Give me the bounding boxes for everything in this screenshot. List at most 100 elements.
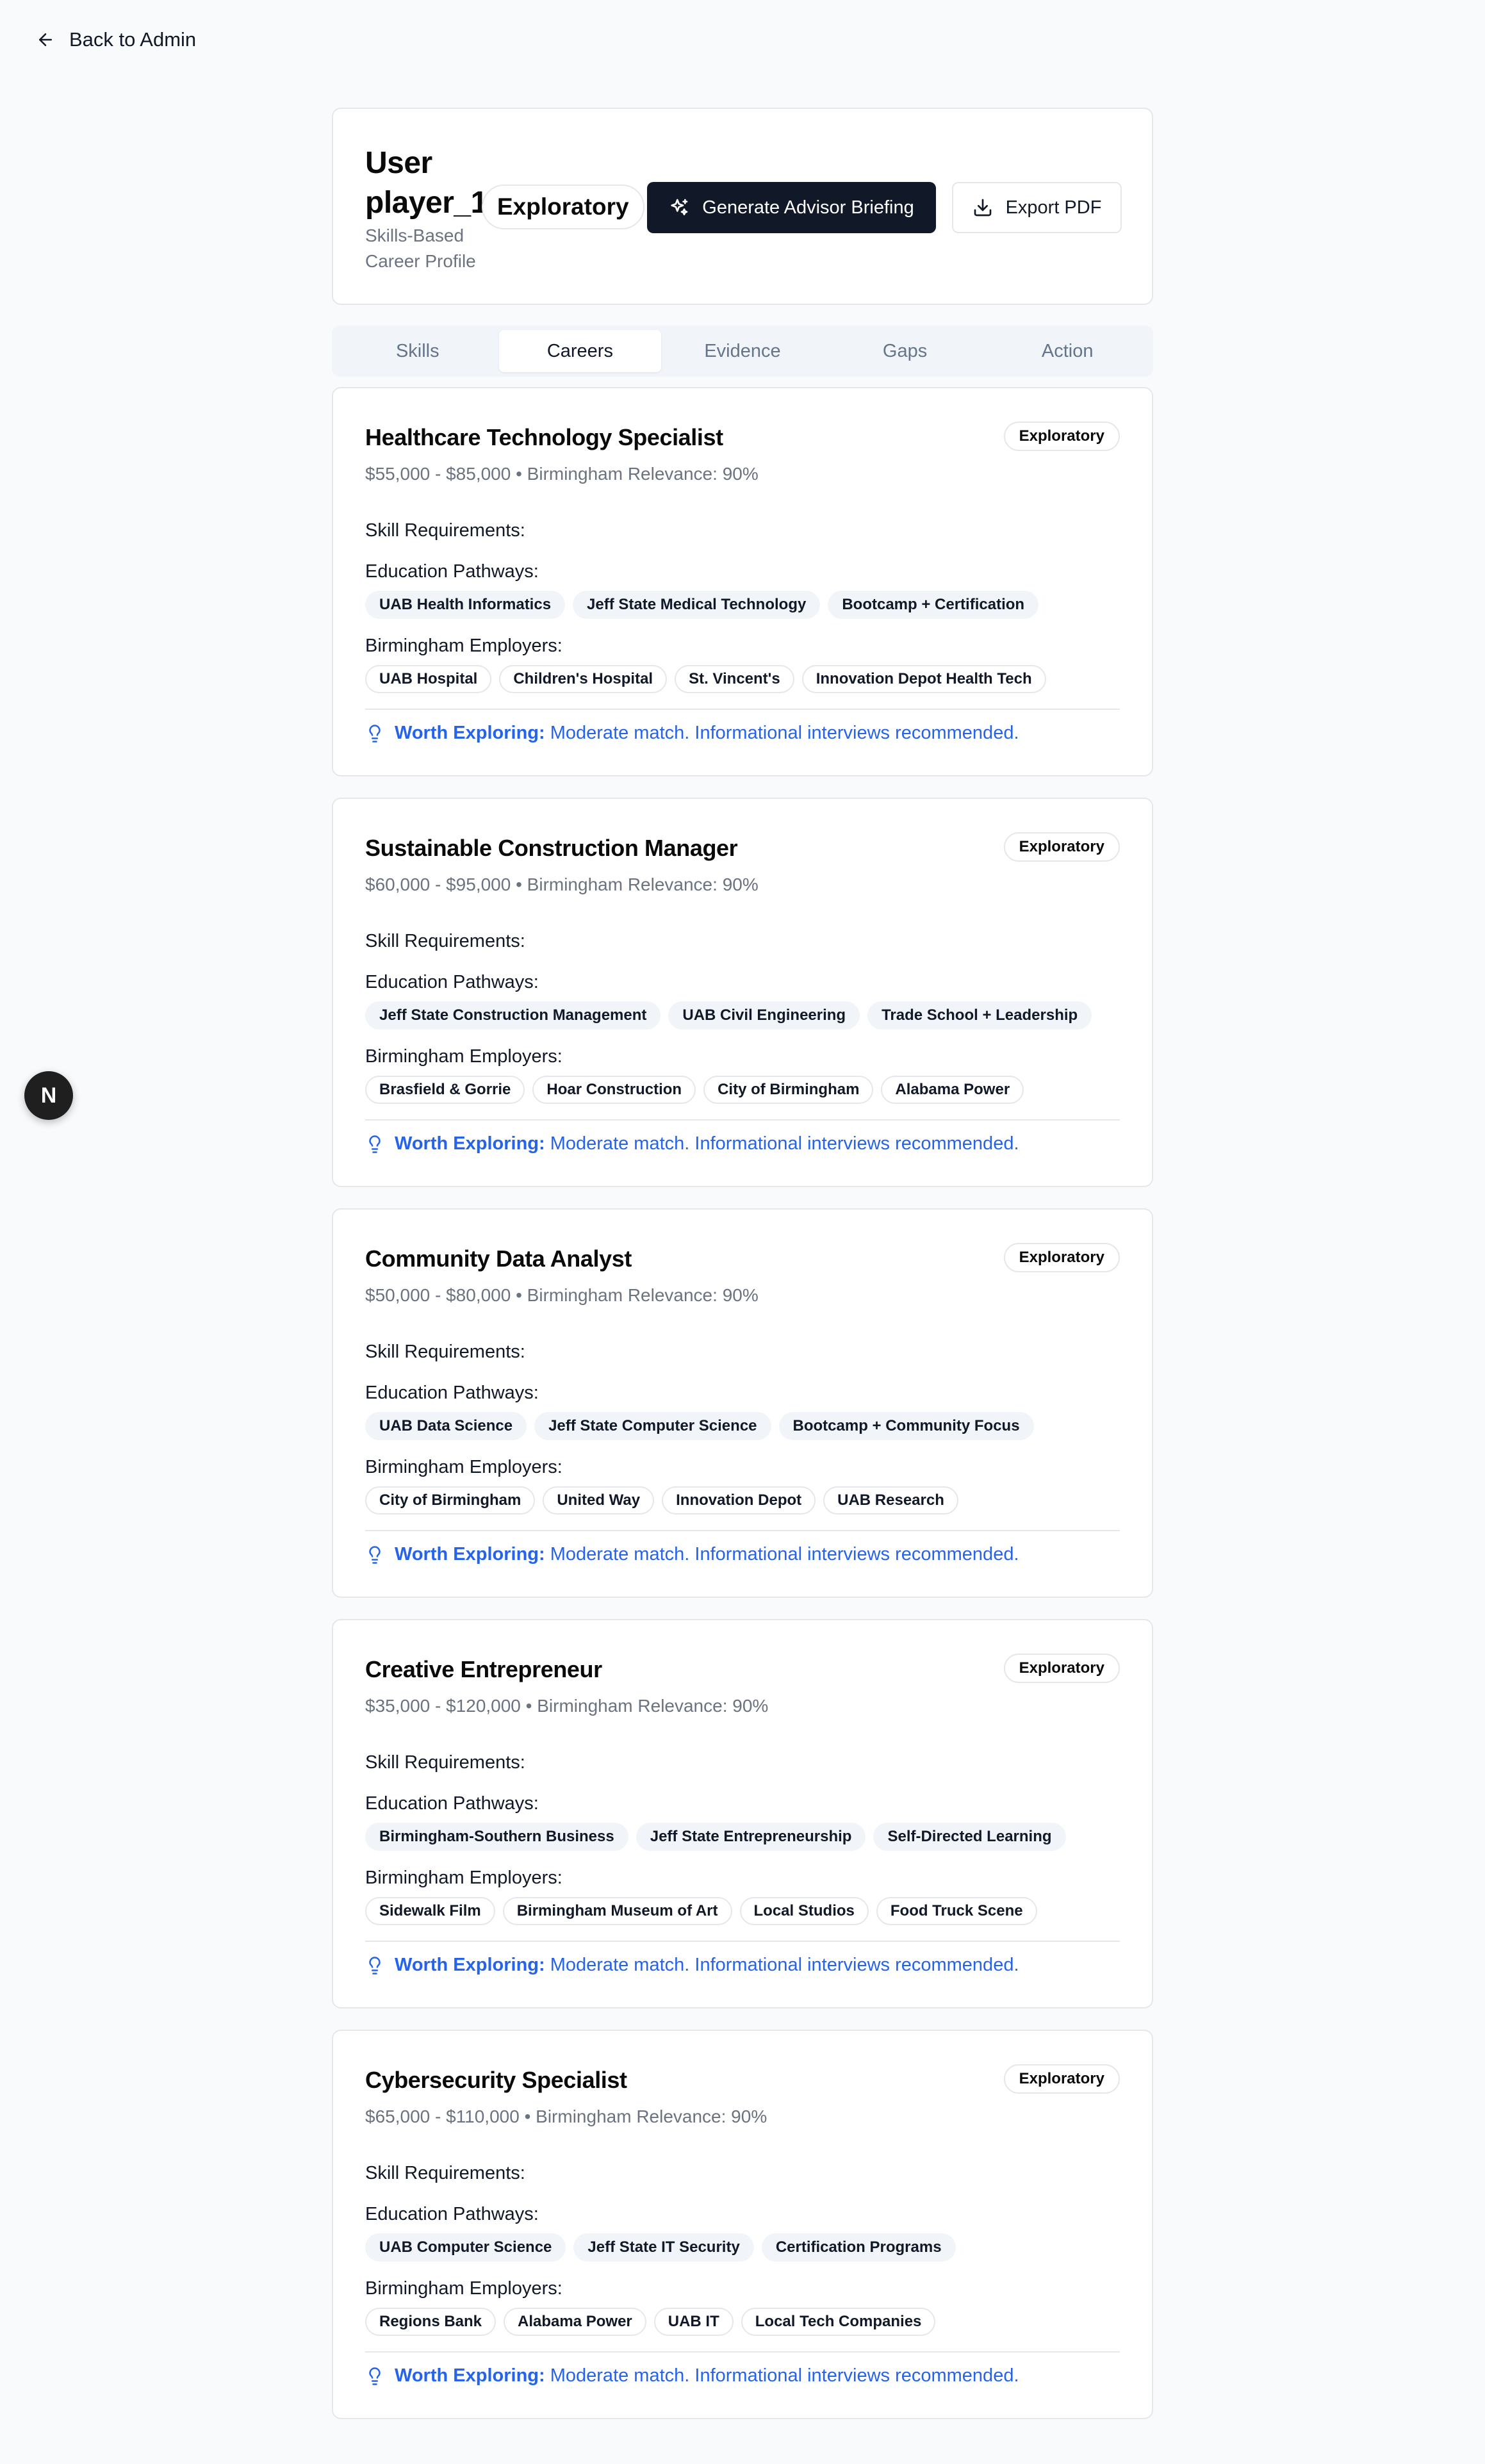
tab-skills[interactable]: Skills bbox=[336, 330, 499, 372]
lightbulb-icon bbox=[369, 1956, 381, 1975]
career-card: Healthcare Technology Specialist Explora… bbox=[332, 387, 1153, 776]
career-card: Cybersecurity Specialist Exploratory $65… bbox=[332, 2030, 1153, 2419]
employer-chip-row: Brasfield & Gorrie Hoar Construction City … bbox=[365, 1076, 1024, 1104]
page-subtitle: Skills-Based Career Profile bbox=[365, 226, 476, 271]
lightbulb-icon bbox=[369, 724, 381, 743]
generate-label: Generate Advisor Briefing bbox=[702, 197, 914, 218]
education-pathways-label: Education Pathways: bbox=[365, 1793, 539, 1814]
worth-exploring-label: Worth Exploring: bbox=[395, 1133, 545, 1154]
worth-exploring-note: Worth Exploring: Moderate match. Informa… bbox=[365, 723, 1019, 744]
career-status-badge: Exploratory bbox=[1003, 422, 1120, 451]
employers-label: Birmingham Employers: bbox=[365, 1457, 562, 1477]
education-pathway-chip: Bootcamp + Certification bbox=[828, 591, 1039, 619]
lightbulb-icon bbox=[369, 1135, 381, 1153]
worth-exploring-note: Worth Exploring: Moderate match. Informa… bbox=[365, 1544, 1019, 1565]
education-pathway-chip: Certification Programs bbox=[761, 2233, 956, 2262]
skill-requirements-label: Skill Requirements: bbox=[365, 2163, 525, 2183]
career-status-badge: Exploratory bbox=[1003, 832, 1120, 862]
employer-chip: Innovation Depot bbox=[662, 1486, 816, 1515]
employer-chip: Food Truck Scene bbox=[876, 1897, 1037, 1925]
employer-chip: Children's Hospital bbox=[499, 665, 668, 693]
tab-evidence[interactable]: Evidence bbox=[661, 330, 824, 372]
education-pathway-chip: UAB Computer Science bbox=[365, 2233, 566, 2262]
education-pathway-chip: Jeff State Computer Science bbox=[534, 1412, 771, 1440]
education-pathway-chip: UAB Data Science bbox=[365, 1412, 527, 1440]
tab-gaps[interactable]: Gaps bbox=[824, 330, 987, 372]
career-status-badge: Exploratory bbox=[1003, 1654, 1120, 1683]
employer-chip-row: City of Birmingham United Way Innovation D… bbox=[365, 1486, 958, 1515]
career-salary-relevance: $60,000 - $95,000 • Birmingham Relevance… bbox=[365, 875, 759, 894]
floating-n-badge[interactable]: N bbox=[24, 1071, 73, 1120]
career-salary-relevance: $50,000 - $80,000 • Birmingham Relevance… bbox=[365, 1285, 759, 1305]
career-salary-relevance: $35,000 - $120,000 • Birmingham Relevanc… bbox=[365, 1696, 769, 1716]
card-divider bbox=[365, 709, 1120, 710]
education-pathway-chip: Jeff State IT Security bbox=[573, 2233, 754, 2262]
employer-chip: Regions Bank bbox=[365, 2308, 496, 2336]
career-card: Sustainable Construction Manager Explora… bbox=[332, 798, 1153, 1187]
tab-action[interactable]: Action bbox=[986, 330, 1149, 372]
employer-chip-row: Sidewalk Film Birmingham Museum of Art Loc… bbox=[365, 1897, 1037, 1925]
career-title: Sustainable Construction Manager bbox=[365, 835, 738, 861]
education-pathways-label: Education Pathways: bbox=[365, 972, 539, 992]
worth-exploring-text: Moderate match. Informational interviews… bbox=[550, 723, 1019, 743]
career-card: Creative Entrepreneur Exploratory $35,00… bbox=[332, 1619, 1153, 2008]
employers-label: Birmingham Employers: bbox=[365, 636, 562, 656]
worth-exploring-note: Worth Exploring: Moderate match. Informa… bbox=[365, 1955, 1019, 1976]
career-title: Community Data Analyst bbox=[365, 1245, 632, 1272]
download-icon bbox=[974, 199, 991, 217]
employer-chip: UAB Hospital bbox=[365, 665, 492, 693]
skill-requirements-label: Skill Requirements: bbox=[365, 520, 525, 541]
education-pathway-chip: Jeff State Medical Technology bbox=[573, 591, 821, 619]
education-chip-row: UAB Health Informatics Jeff State Medical… bbox=[365, 591, 1039, 619]
profile-tabs: Skills Careers Evidence Gaps Action bbox=[332, 325, 1153, 377]
lightbulb-icon bbox=[369, 2367, 381, 2385]
worth-exploring-label: Worth Exploring: bbox=[395, 723, 545, 743]
skill-requirements-label: Skill Requirements: bbox=[365, 931, 525, 951]
career-title: Healthcare Technology Specialist bbox=[365, 424, 723, 450]
employer-chip: Sidewalk Film bbox=[365, 1897, 495, 1925]
career-title: Creative Entrepreneur bbox=[365, 1656, 602, 1682]
education-chip-row: Birmingham-Southern Business Jeff State E… bbox=[365, 1823, 1066, 1851]
education-pathways-label: Education Pathways: bbox=[365, 2204, 539, 2224]
tab-careers[interactable]: Careers bbox=[498, 330, 662, 372]
profile-header-card: User player_1 Skills-Based Career Profil… bbox=[332, 108, 1153, 305]
education-chip-row: UAB Computer Science Jeff State IT Securi… bbox=[365, 2233, 956, 2262]
education-chip-row: Jeff State Construction Management UAB Ci… bbox=[365, 1001, 1092, 1030]
worth-exploring-label: Worth Exploring: bbox=[395, 1544, 545, 1565]
education-pathways-label: Education Pathways: bbox=[365, 1383, 539, 1403]
employer-chip: Brasfield & Gorrie bbox=[365, 1076, 525, 1104]
employer-chip: Alabama Power bbox=[881, 1076, 1024, 1104]
card-divider bbox=[365, 1941, 1120, 1942]
education-pathway-chip: UAB Health Informatics bbox=[365, 591, 566, 619]
worth-exploring-label: Worth Exploring: bbox=[395, 1955, 545, 1975]
employer-chip: Local Tech Companies bbox=[741, 2308, 936, 2336]
profile-container: User player_1 Skills-Based Career Profil… bbox=[332, 108, 1153, 2419]
worth-exploring-text: Moderate match. Informational interviews… bbox=[550, 2365, 1019, 2386]
employers-label: Birmingham Employers: bbox=[365, 1046, 562, 1067]
education-pathway-chip: Birmingham-Southern Business bbox=[365, 1823, 628, 1851]
worth-exploring-text: Moderate match. Informational interviews… bbox=[550, 1544, 1019, 1565]
employer-chip-row: UAB Hospital Children's Hospital St. Vince… bbox=[365, 665, 1046, 693]
employer-chip: UAB IT bbox=[653, 2308, 734, 2336]
education-pathway-chip: Jeff State Construction Management bbox=[365, 1001, 661, 1030]
career-title: Cybersecurity Specialist bbox=[365, 2067, 627, 2093]
education-pathway-chip: Jeff State Entrepreneurship bbox=[636, 1823, 866, 1851]
n-letter: N bbox=[40, 1083, 57, 1108]
card-divider bbox=[365, 1119, 1120, 1121]
employer-chip-row: Regions Bank Alabama Power UAB IT Local Tec… bbox=[365, 2308, 936, 2336]
export-pdf-button[interactable]: Export PDF bbox=[952, 182, 1122, 233]
employer-chip: City of Birmingham bbox=[703, 1076, 874, 1104]
back-to-admin-link[interactable]: Back to Admin bbox=[36, 28, 196, 51]
employer-chip: UAB Research bbox=[823, 1486, 958, 1515]
career-salary-relevance: $65,000 - $110,000 • Birmingham Relevanc… bbox=[365, 2107, 767, 2126]
worth-exploring-text: Moderate match. Informational interviews… bbox=[550, 1955, 1019, 1975]
worth-exploring-note: Worth Exploring: Moderate match. Informa… bbox=[365, 2365, 1019, 2386]
career-card: Community Data Analyst Exploratory $50,0… bbox=[332, 1208, 1153, 1598]
career-status-badge: Exploratory bbox=[1003, 2064, 1120, 2094]
generate-advisor-briefing-button[interactable]: Generate Advisor Briefing bbox=[647, 182, 936, 233]
skill-requirements-label: Skill Requirements: bbox=[365, 1752, 525, 1773]
education-pathways-label: Education Pathways: bbox=[365, 561, 539, 582]
export-label: Export PDF bbox=[1005, 197, 1102, 218]
arrow-left-icon bbox=[39, 33, 52, 46]
education-pathway-chip: UAB Civil Engineering bbox=[668, 1001, 860, 1030]
